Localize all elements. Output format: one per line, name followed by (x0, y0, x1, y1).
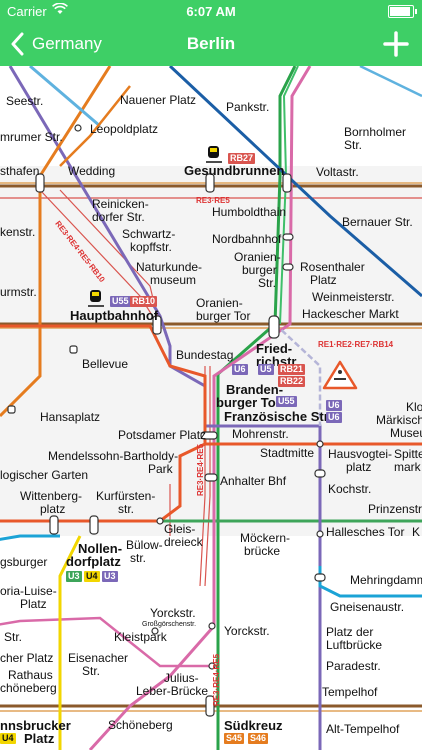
station-label[interactable]: Bellevue (82, 358, 128, 371)
station-label[interactable]: urmstr. (0, 286, 37, 299)
navigation-bar: Germany Berlin (0, 22, 422, 66)
station-label[interactable]: logischer Garten (0, 469, 88, 482)
station-label[interactable]: str. (130, 552, 146, 565)
station-label[interactable]: Str. (4, 631, 22, 644)
battery-icon (388, 5, 417, 18)
station-label[interactable]: Park (148, 463, 173, 476)
route-label: RE1·RE2·RE7·RB14 (318, 340, 394, 349)
station-label[interactable]: Gneisenaustr. (330, 601, 404, 614)
station-label[interactable]: gsburger (0, 556, 47, 569)
station-label[interactable]: Nauener Platz (120, 94, 196, 107)
station-label[interactable]: Französische Str. (224, 410, 332, 423)
station-label[interactable]: Alt-Tempelhof (326, 723, 399, 736)
station-label[interactable]: mrumer Str. (0, 131, 63, 144)
station-label[interactable]: Platz (310, 274, 337, 287)
station-label[interactable]: Luftbrücke (326, 639, 382, 652)
station-label[interactable]: Bundestag (176, 349, 233, 362)
station-label[interactable]: Südkreuz (224, 719, 283, 732)
station-label[interactable]: mark (394, 461, 421, 474)
route-label: RE3·RE4·RE5 (196, 443, 205, 496)
station-label[interactable]: Kochstr. (328, 483, 371, 496)
station-label[interactable]: Nordbahnhof (212, 233, 281, 246)
transit-map[interactable]: Seestr. Nauener Platz Pankstr. Bornholme… (0, 66, 422, 750)
status-bar: Carrier 6:07 AM (0, 0, 422, 22)
back-button[interactable]: Germany (10, 30, 102, 58)
station-label[interactable]: Leopoldplatz (90, 123, 158, 136)
station-label[interactable]: Mehringdamm (350, 574, 422, 587)
station-label[interactable]: Yorckstr. (224, 625, 270, 638)
station-label[interactable]: Voltastr. (316, 166, 359, 179)
station-label[interactable]: Hansaplatz (40, 411, 100, 424)
station-label[interactable]: brücke (244, 545, 280, 558)
station-label[interactable]: Paradestr. (326, 660, 381, 673)
line-badge: U3 (66, 571, 82, 582)
station-label[interactable]: kopffstr. (130, 241, 172, 254)
line-badge: U6 (326, 412, 342, 423)
line-badge: U4 (84, 571, 100, 582)
station-label[interactable]: burger Tor (196, 310, 250, 323)
station-label[interactable]: museum (150, 274, 196, 287)
station-label[interactable]: kenstr. (0, 226, 35, 239)
station-label[interactable]: Str. (82, 665, 100, 678)
station-label[interactable]: dorfplatz (66, 555, 121, 568)
station-label[interactable]: platz (40, 503, 65, 516)
station-label[interactable]: Anhalter Bhf (220, 475, 286, 488)
station-label[interactable]: Seestr. (6, 95, 43, 108)
add-icon[interactable] (382, 30, 410, 58)
station-label[interactable]: Str. (344, 139, 362, 152)
station-label[interactable]: Kleistpark (114, 631, 167, 644)
line-badge: U6 (232, 364, 248, 375)
station-label[interactable]: Wedding (68, 165, 115, 178)
train-icon (206, 146, 222, 163)
line-badge: U4 (0, 733, 16, 744)
station-label[interactable]: platz (346, 461, 371, 474)
station-label[interactable]: Hackescher Markt (302, 308, 399, 321)
clock: 6:07 AM (186, 4, 236, 19)
station-label[interactable]: cher Platz (0, 652, 53, 665)
station-label[interactable]: sthafen (0, 165, 39, 178)
station-label[interactable]: Platz (20, 598, 47, 611)
line-badge: RB27 (228, 153, 256, 164)
station-label[interactable]: str. (118, 503, 134, 516)
line-badge: S45 (224, 733, 245, 744)
station-label[interactable]: Humboldthain (212, 206, 286, 219)
station-label[interactable]: Prinzenstr. (368, 503, 422, 516)
station-label[interactable]: Weinmeisterstr. (312, 291, 394, 304)
station-label[interactable]: Schöneberg (108, 719, 173, 732)
station-label[interactable]: Hauptbahnhof (70, 309, 158, 322)
station-label[interactable]: Museu (390, 427, 422, 440)
chevron-left-icon (11, 32, 24, 56)
back-button-label: Germany (32, 34, 102, 53)
line-badge: RB10 (130, 296, 158, 307)
station-label[interactable]: dorfer Str. (92, 211, 145, 224)
station-label[interactable]: chöneberg (0, 682, 57, 695)
line-badge: U3 (102, 571, 118, 582)
station-label[interactable]: Tempelhof (322, 686, 377, 699)
line-badge: S46 (248, 733, 269, 744)
station-label[interactable]: Potsdamer Platz (118, 429, 206, 442)
station-label[interactable]: K (412, 526, 420, 539)
station-label[interactable]: Mohrenstr. (232, 428, 289, 441)
station-label[interactable]: Stadtmitte (260, 447, 314, 460)
line-badge: U55 (276, 396, 297, 407)
station-label[interactable]: Leber-Brücke (136, 685, 208, 698)
station-label[interactable]: Platz (24, 732, 54, 745)
line-badge: U5 (258, 364, 274, 375)
station-label[interactable]: burger Tor (216, 396, 281, 409)
route-label: RE3·RE4·RE5 (212, 653, 221, 706)
station-label[interactable]: Bernauer Str. (342, 216, 413, 229)
line-badge: U6 (326, 400, 342, 411)
station-label[interactable]: dreieck (164, 536, 203, 549)
station-label[interactable]: Str. (258, 277, 276, 290)
line-badge: U55 (110, 296, 131, 307)
station-label[interactable]: Pankstr. (226, 101, 269, 114)
line-badge: RB21 (278, 364, 306, 375)
station-label[interactable]: Hallesches Tor (326, 526, 404, 539)
station-label[interactable]: Gesundbrunnen (184, 164, 284, 177)
